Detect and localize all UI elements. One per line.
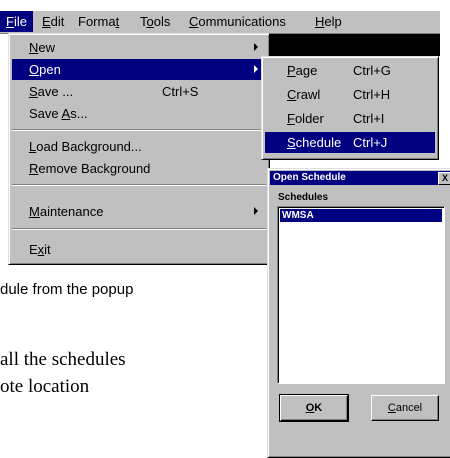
menu-separator (12, 184, 266, 186)
close-icon[interactable]: X (438, 172, 450, 185)
submenu-item-page-accel: P (287, 63, 296, 78)
dialog-title: Open Schedule (273, 172, 346, 183)
menu-item-load-background-rest: oad Background... (36, 139, 142, 154)
menu-item-save-rest: ave ... (37, 84, 74, 99)
menu-item-exit-pre: E (29, 242, 38, 257)
submenu-item-schedule-accel: S (287, 135, 296, 150)
submenu-item-crawl[interactable]: Crawl Ctrl+H (265, 84, 435, 105)
menu-item-save[interactable]: Save ... Ctrl+S (12, 81, 266, 102)
menu-communications-rest: ommunications (198, 14, 286, 29)
menu-item-exit-rest: it (44, 242, 51, 257)
submenu-item-schedule-rest: chedule (295, 135, 342, 150)
submenu-item-crawl-rest: rawl (296, 87, 321, 102)
menu-item-open-rest: pen (39, 62, 61, 77)
menu-item-remove-background-rest: emove Background (38, 161, 151, 176)
menu-help[interactable]: Help (309, 11, 348, 32)
menu-item-maintenance[interactable]: Maintenance (12, 201, 266, 222)
menu-communications-accel: C (189, 14, 199, 29)
menu-separator (12, 228, 266, 230)
menu-edit[interactable]: Edit (36, 11, 70, 32)
menu-item-save-as-pre: Save (29, 106, 62, 121)
schedule-list-item[interactable]: WMSA (280, 209, 442, 222)
menu-item-save-as[interactable]: Save As... (12, 103, 266, 124)
menu-edit-rest: dit (50, 14, 65, 29)
ok-button-accel: O (305, 402, 315, 414)
cancel-button[interactable]: Cancel (371, 395, 439, 421)
submenu-item-crawl-accel: C (287, 87, 297, 102)
menu-item-open[interactable]: Open (12, 59, 266, 80)
menu-item-new-accel: N (29, 40, 39, 55)
menu-item-load-background[interactable]: Load Background... (12, 136, 266, 157)
menu-tools-rest: ols (153, 14, 171, 29)
menu-format[interactable]: Format (72, 11, 125, 32)
menu-item-exit[interactable]: Exit (12, 239, 266, 260)
submenu-item-schedule[interactable]: Schedule Ctrl+J (265, 132, 435, 153)
submenu-item-page-shortcut: Ctrl+G (353, 63, 391, 78)
menu-communications[interactable]: Communications (183, 11, 292, 32)
submenu-item-schedule-shortcut: Ctrl+J (353, 135, 388, 150)
menu-format-pre: Forma (78, 14, 116, 29)
menu-item-remove-background-accel: R (29, 161, 39, 176)
menu-edit-accel: E (42, 14, 51, 29)
menu-item-open-accel: O (29, 62, 40, 77)
open-schedule-dialog: Open Schedule X Schedules WMSA OK Cancel (267, 168, 450, 458)
submenu-arrow-icon (254, 65, 258, 73)
instruction-text-line-1: dule from the popup (0, 281, 134, 298)
menu-bar: File Edit Format Tools Communications He… (0, 10, 440, 34)
menu-item-new-rest: ew (38, 40, 56, 55)
submenu-item-folder-shortcut: Ctrl+I (353, 111, 385, 126)
submenu-item-page[interactable]: Page Ctrl+G (265, 60, 435, 81)
menu-separator (12, 129, 266, 131)
ok-button[interactable]: OK (279, 394, 349, 422)
schedules-listbox[interactable]: WMSA (277, 206, 445, 384)
cancel-button-rest: ancel (395, 402, 423, 414)
submenu-item-folder-rest: older (294, 111, 324, 126)
menu-file-accel: F (6, 14, 14, 29)
file-menu: New Open Save ... Ctrl+S Save As... Load … (8, 33, 270, 265)
menu-tools-accel: o (146, 14, 154, 29)
menu-item-save-as-rest: s... (70, 106, 88, 121)
menu-tools[interactable]: Tools (134, 11, 176, 32)
menu-help-accel: H (315, 14, 325, 29)
ok-button-rest: K (314, 402, 323, 414)
dialog-titlebar: Open Schedule X (270, 171, 450, 185)
submenu-arrow-icon (254, 207, 258, 215)
menu-format-accel: t (115, 14, 120, 29)
menu-file-rest: ile (13, 14, 27, 29)
instruction-text-line-3: ote location (0, 376, 90, 397)
menu-item-maintenance-rest: aintenance (39, 204, 104, 219)
submenu-item-folder[interactable]: Folder Ctrl+I (265, 108, 435, 129)
menu-file[interactable]: File (0, 11, 33, 32)
submenu-item-page-rest: age (295, 63, 318, 78)
cancel-button-accel: C (387, 402, 396, 414)
menu-item-save-shortcut: Ctrl+S (162, 84, 199, 99)
menu-item-new[interactable]: New (12, 37, 266, 58)
schedules-label: Schedules (278, 192, 329, 203)
submenu-arrow-icon (254, 43, 258, 51)
menu-help-rest: elp (324, 14, 342, 29)
submenu-item-folder-accel: F (287, 111, 295, 126)
menu-item-remove-background[interactable]: Remove Background (12, 158, 266, 179)
open-submenu: Page Ctrl+G Crawl Ctrl+H Folder Ctrl+I Sche… (261, 56, 439, 160)
submenu-item-crawl-shortcut: Ctrl+H (353, 87, 391, 102)
instruction-text-line-2: all the schedules (0, 349, 126, 370)
menu-item-maintenance-accel: M (29, 204, 40, 219)
menu-item-save-as-accel: A (61, 106, 71, 121)
background-window-strip (262, 34, 440, 56)
menu-item-save-accel: S (29, 84, 38, 99)
